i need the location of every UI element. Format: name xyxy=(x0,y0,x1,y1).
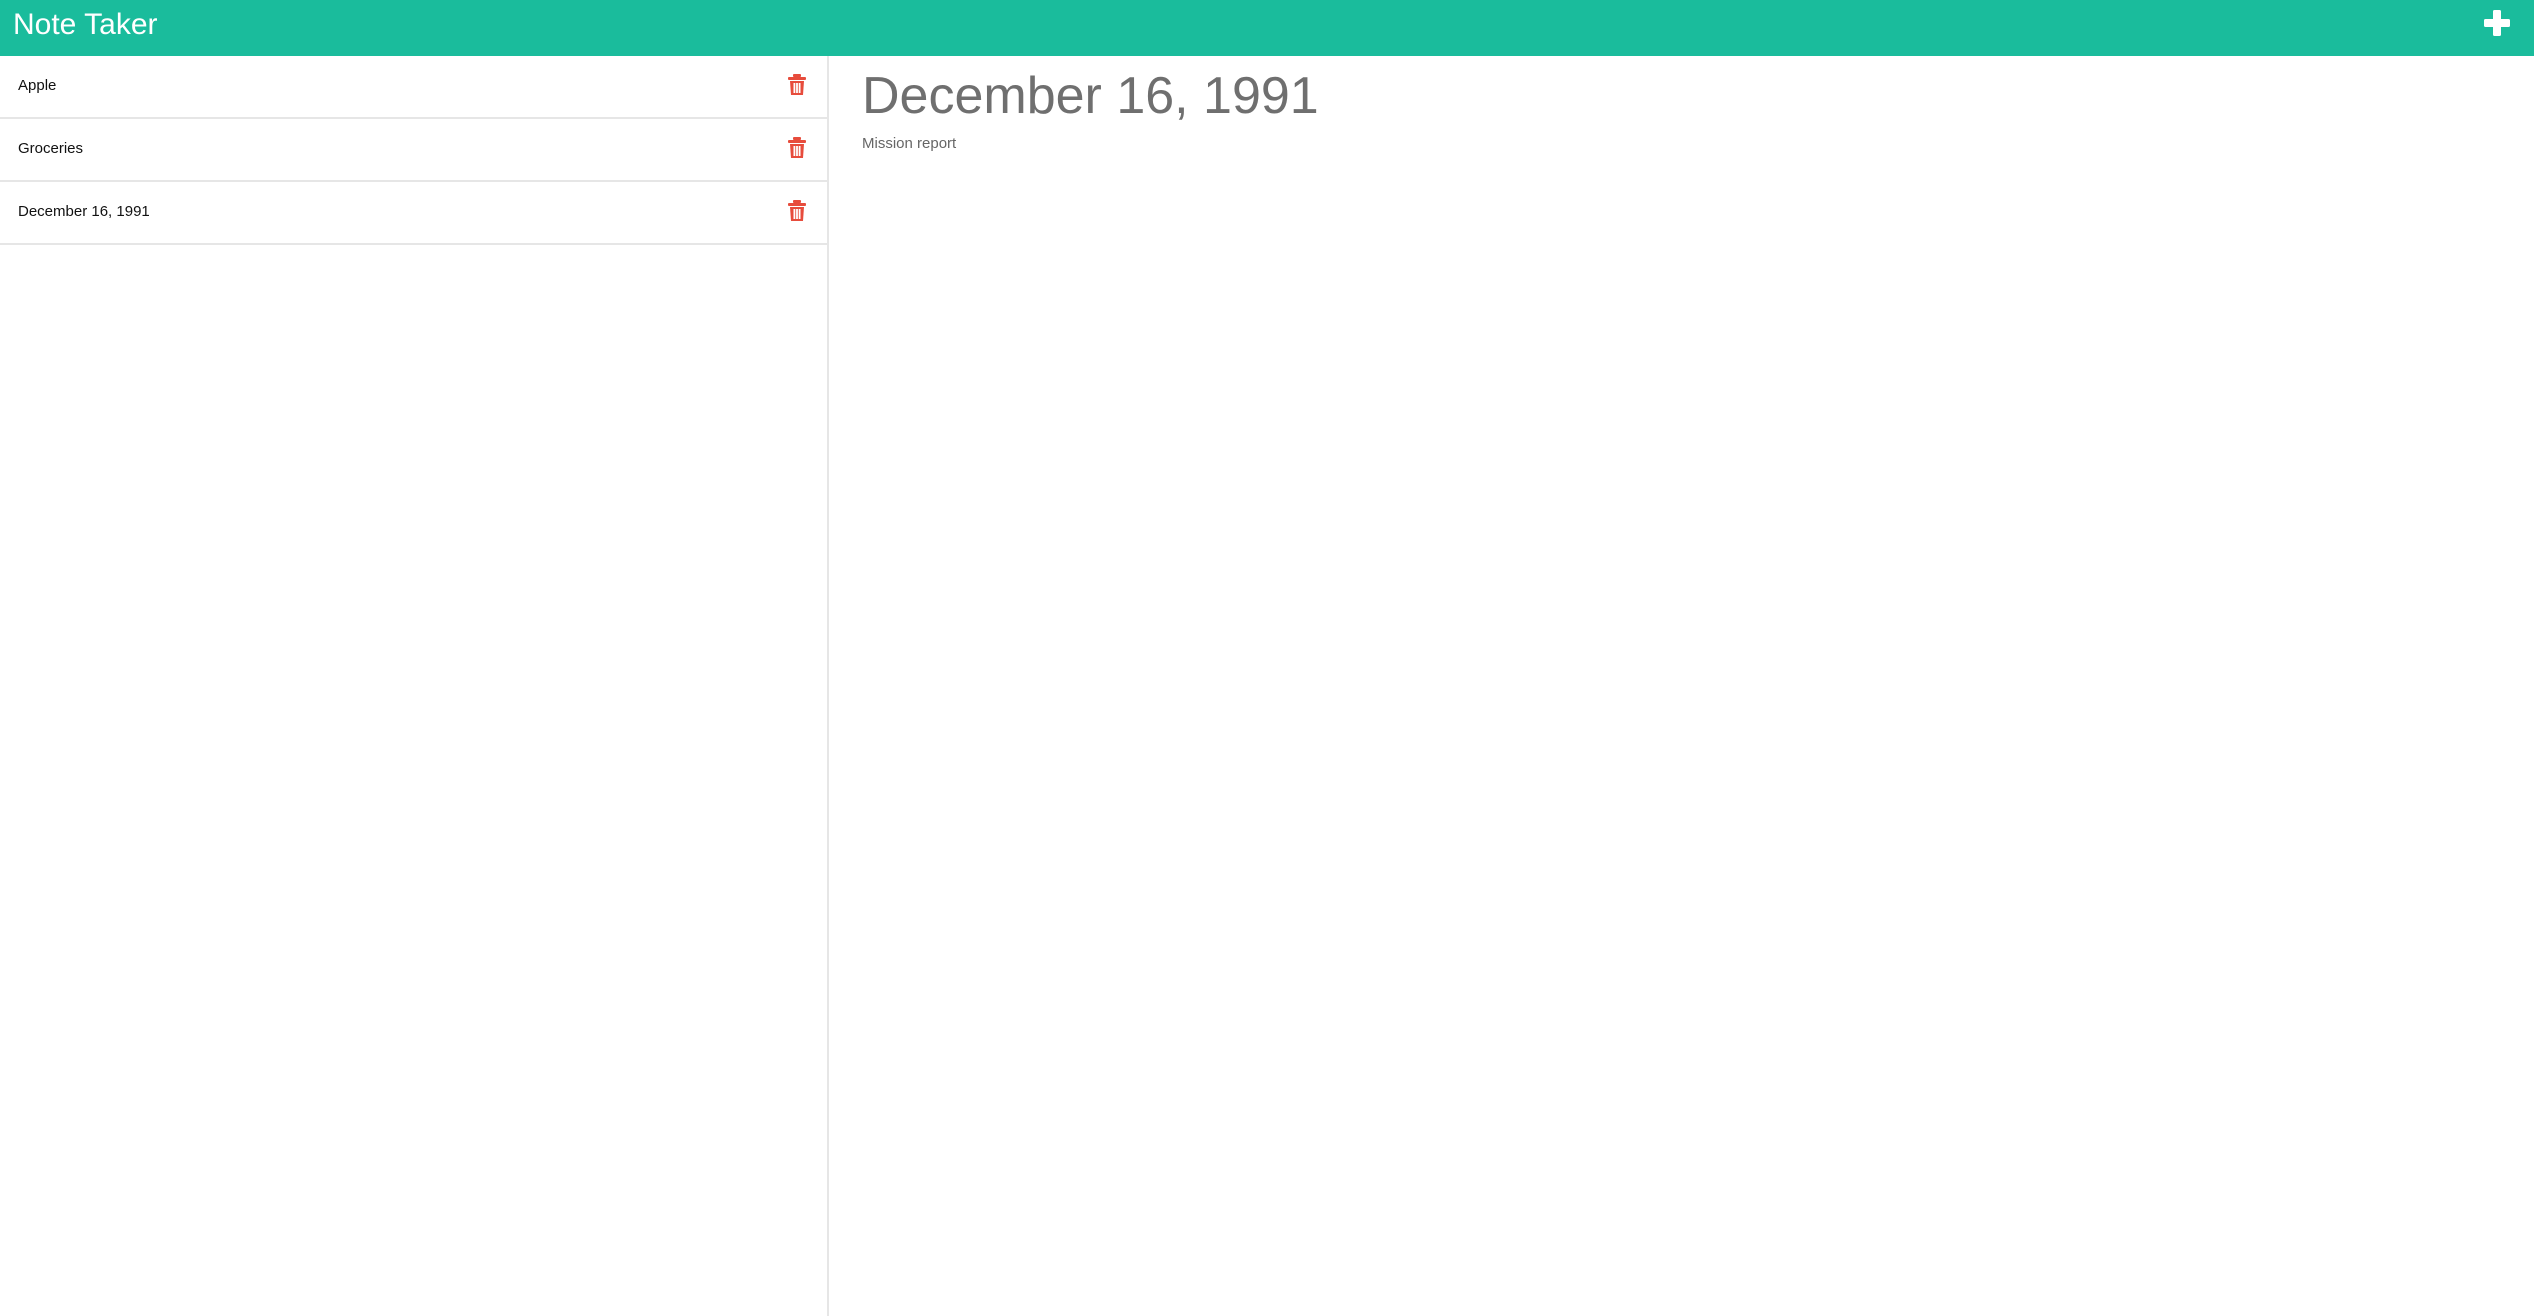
note-list-item[interactable]: Groceries xyxy=(0,119,827,182)
note-list-item-title: December 16, 1991 xyxy=(18,203,150,220)
delete-note-button[interactable] xyxy=(787,200,807,222)
trash-icon xyxy=(788,137,806,158)
note-list-item-title: Groceries xyxy=(18,140,84,157)
note-list-item-title: Apple xyxy=(18,77,57,94)
app-title[interactable]: Note Taker xyxy=(13,10,158,40)
note-list-item[interactable]: December 16, 1991 xyxy=(0,182,827,245)
note-list-item[interactable]: Apple xyxy=(0,56,827,119)
note-list: Apple Groceries December 16, 1991 xyxy=(0,56,829,1316)
new-note-button[interactable] xyxy=(2480,6,2514,40)
note-editor: December 16, 1991 Mission report xyxy=(831,56,2534,1316)
delete-note-button[interactable] xyxy=(787,74,807,96)
note-text-field[interactable]: Mission report xyxy=(862,136,956,151)
note-title-field[interactable]: December 16, 1991 xyxy=(862,67,1319,125)
trash-icon xyxy=(788,200,806,221)
plus-icon xyxy=(2484,10,2510,36)
delete-note-button[interactable] xyxy=(787,137,807,159)
navbar: Note Taker xyxy=(0,0,2534,56)
trash-icon xyxy=(788,74,806,95)
